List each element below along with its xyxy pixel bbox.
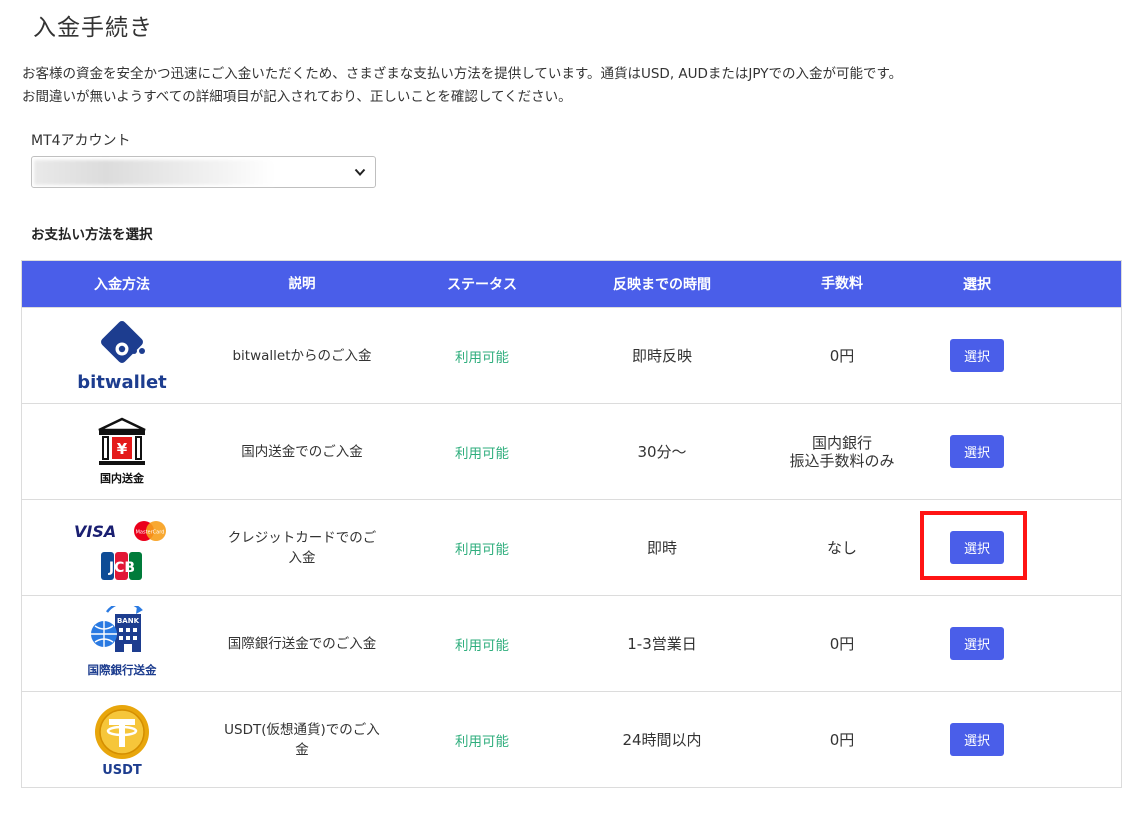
row-description: USDT(仮想通貨)でのご入金: [224, 721, 380, 758]
table-header: 入金方法 説明 ステータス 反映までの時間 手数料 選択: [22, 261, 1121, 307]
header-method: 入金方法: [94, 277, 150, 293]
status-badge: 利用可能: [455, 445, 509, 462]
status-badge: 利用可能: [455, 637, 509, 654]
row-fee: 0円: [829, 730, 855, 749]
row-time: 即時反映: [631, 347, 692, 365]
row-description: 国内送金でのご入金: [241, 443, 363, 460]
svg-text:bitwallet: bitwallet: [77, 372, 167, 393]
intro-line-2: お間違いが無いようすべての詳細項目が記入されており、正しいことを確認してください…: [22, 89, 572, 105]
section-title: お支払い方法を選択: [31, 227, 153, 243]
row-time: 即時: [646, 539, 677, 557]
header-select: 選択: [963, 277, 991, 293]
select-button-domestic[interactable]: 選択: [950, 435, 1004, 468]
select-button-bitwallet[interactable]: 選択: [950, 339, 1004, 372]
row-time: 1-3営業日: [627, 635, 697, 653]
bitwallet-logo: bitwallet: [22, 318, 222, 394]
highlight-box: [920, 511, 1027, 580]
jcb-icon: JCB: [108, 560, 135, 576]
domestic-bank-logo: ¥ 国内送金: [22, 415, 222, 489]
status-badge: 利用可能: [455, 349, 509, 366]
svg-text:国際銀行送金: 国際銀行送金: [88, 663, 157, 677]
account-label: MT4アカウント: [31, 133, 131, 149]
svg-text:USDT: USDT: [102, 763, 142, 778]
header-status: ステータス: [447, 277, 517, 293]
table-row: bitwallet bitwalletからのご入金 利用可能 即時反映 0円 選…: [22, 307, 1121, 403]
page-title: 入金手続き: [33, 15, 153, 41]
svg-text:¥: ¥: [117, 440, 128, 458]
row-description: bitwalletからのご入金: [232, 347, 372, 364]
visa-icon: VISA: [74, 522, 116, 541]
row-fee: 0円: [829, 634, 855, 653]
table-row: USDT USDT(仮想通貨)でのご入金 利用可能 24時間以内 0円 選択: [22, 691, 1121, 787]
blurred-account-value: [34, 160, 274, 185]
status-badge: 利用可能: [455, 733, 509, 750]
row-fee: 国内銀行 振込手数料のみ: [789, 433, 895, 470]
row-fee: なし: [826, 538, 857, 557]
svg-text:国内送金: 国内送金: [100, 471, 145, 485]
credit-card-logos: VISA MasterCard JCB: [22, 515, 222, 581]
status-badge: 利用可能: [455, 541, 509, 558]
row-fee: 0円: [829, 346, 855, 365]
header-time: 反映までの時間: [613, 277, 711, 293]
table-row: BANK 国際銀行送金 国際銀行送金でのご入金 利用可能 1-3営業日 0円 選…: [22, 595, 1121, 691]
svg-text:BANK: BANK: [117, 617, 140, 625]
header-fee: 手数料: [821, 276, 863, 292]
usdt-logo: USDT: [22, 702, 222, 778]
international-bank-logo: BANK 国際銀行送金: [22, 605, 222, 682]
row-description: 国際銀行送金でのご入金: [227, 635, 377, 652]
select-button-usdt[interactable]: 選択: [950, 723, 1004, 756]
chevron-down-icon: [354, 168, 366, 176]
intro-line-1: お客様の資金を安全かつ迅速にご入金いただくため、さまざまな支払い方法を提供してい…: [22, 66, 903, 82]
header-description: 説明: [288, 276, 316, 292]
table-row: ¥ 国内送金 国内送金でのご入金 利用可能 30分〜 国内銀行 振込手数料のみ …: [22, 403, 1121, 499]
row-time: 24時間以内: [622, 731, 702, 749]
mastercard-icon: MasterCard: [136, 529, 165, 535]
row-time: 30分〜: [637, 443, 687, 461]
row-description: クレジットカードでのご入金: [227, 529, 377, 566]
account-select[interactable]: [31, 156, 376, 188]
select-button-international[interactable]: 選択: [950, 627, 1004, 660]
intro-text: お客様の資金を安全かつ迅速にご入金いただくため、さまざまな支払い方法を提供してい…: [22, 63, 902, 109]
